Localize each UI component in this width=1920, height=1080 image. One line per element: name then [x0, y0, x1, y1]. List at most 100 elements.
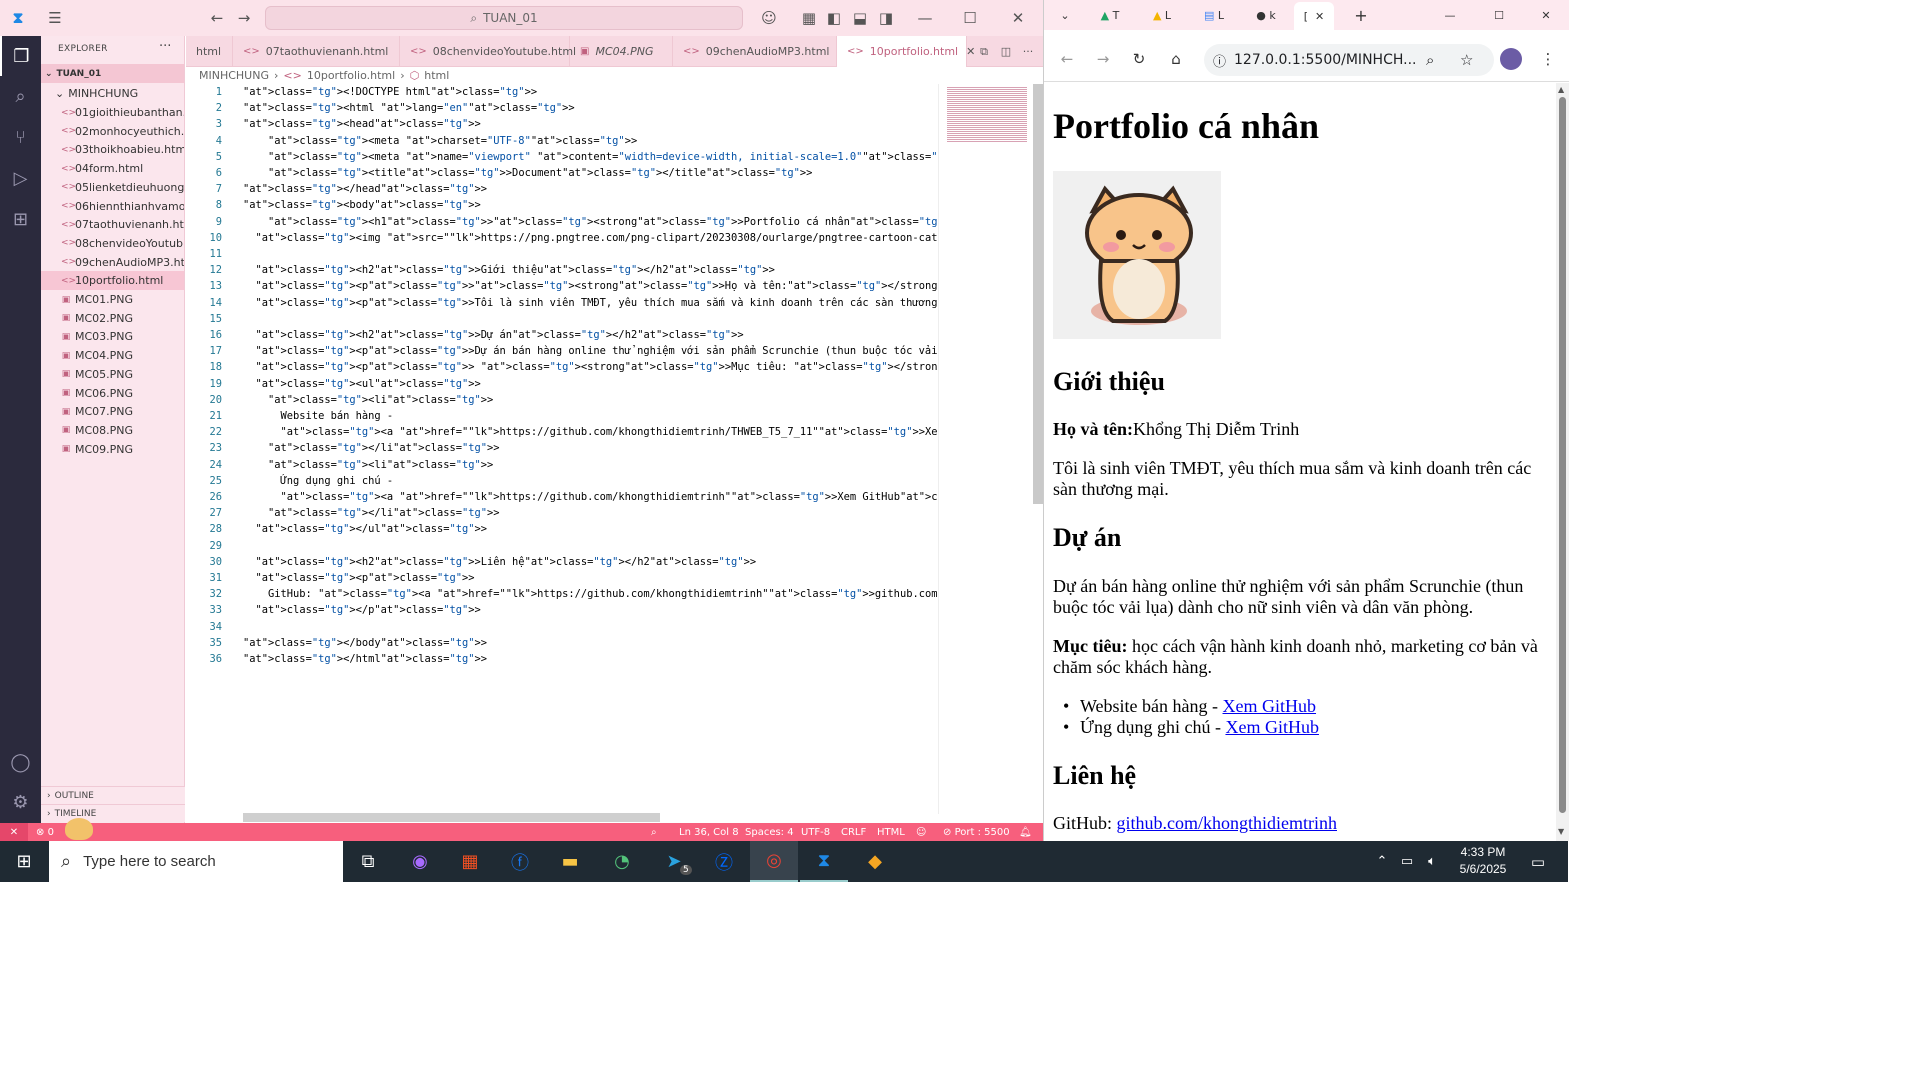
code-line[interactable]: "at">class="tg"><meta "at">name="viewpor…: [243, 151, 938, 163]
address-bar[interactable]: ⓘ 127.0.0.1:5500/MINHCH... ⌕ ☆: [1204, 44, 1494, 76]
file-item[interactable]: ▣ MC06.PNG: [41, 384, 184, 403]
file-item[interactable]: ▣ MC02.PNG: [41, 309, 184, 328]
tab-08chenvideo[interactable]: <> 08chenvideoYoutube.html: [400, 36, 576, 67]
git-icon[interactable]: ◆: [851, 841, 899, 882]
encoding[interactable]: UTF-8: [801, 823, 830, 841]
errors-indicator[interactable]: ⊗ 0: [36, 823, 54, 841]
zoom-icon[interactable]: ⌕: [1426, 51, 1434, 69]
breadcrumb-item[interactable]: 10portfolio.html: [307, 69, 395, 82]
file-item[interactable]: <> 09chenAudioMP3.ht...: [41, 253, 184, 272]
file-item[interactable]: <> 08chenvideoYoutub...: [41, 234, 184, 253]
code-line[interactable]: "at">class="tg"><head"at">class="tg">>: [243, 118, 481, 130]
more-actions-icon[interactable]: ···: [159, 39, 171, 54]
code-line[interactable]: Ứng dụng ghi chú -: [243, 475, 394, 487]
close-icon[interactable]: ✕: [1534, 4, 1558, 26]
file-explorer-icon[interactable]: ▬: [546, 841, 594, 882]
profile-avatar[interactable]: [1500, 48, 1522, 70]
toggle-panel-icon[interactable]: ⬓: [848, 0, 872, 36]
contact-link[interactable]: github.com/khongthidiemtrinh: [1117, 813, 1337, 833]
notifications-icon[interactable]: 🔔︎: [1019, 823, 1032, 841]
minimize-icon[interactable]: —: [1438, 4, 1462, 26]
code-line[interactable]: Website bán hàng -: [243, 410, 394, 422]
file-item[interactable]: ▣ MC08.PNG: [41, 421, 184, 440]
source-control-icon[interactable]: ⑂: [0, 117, 41, 157]
menu-kebab-icon[interactable]: ⋮: [1540, 48, 1556, 70]
back-arrow-icon[interactable]: ←: [205, 0, 229, 36]
close-tab-icon[interactable]: ✕: [1315, 10, 1324, 23]
run-debug-icon[interactable]: ▷: [0, 158, 41, 198]
new-tab-icon[interactable]: +: [1350, 4, 1372, 26]
code-line[interactable]: "at">class="tg"><li"at">class="tg">>: [243, 459, 493, 471]
vscode-icon[interactable]: ⧗: [800, 841, 848, 882]
code-line[interactable]: "at">class="tg"><ul"at">class="tg">>: [243, 378, 481, 390]
forward-arrow-icon[interactable]: →: [232, 0, 256, 36]
file-item[interactable]: <>07taothuvienanh.html: [41, 215, 184, 234]
code-line[interactable]: "at">class="tg"><li"at">class="tg">>: [243, 394, 493, 406]
folder-minhchung[interactable]: ⌄ MINHCHUNG: [41, 84, 184, 103]
timeline-section[interactable]: › TIMELINE: [41, 804, 185, 822]
code-line[interactable]: "at">class="tg"></p"at">class="tg">>: [243, 604, 481, 616]
toggle-sidebar-icon[interactable]: ◧: [822, 0, 846, 36]
code-line[interactable]: "at">class="tg"><h2"at">class="tg">>Giới…: [243, 264, 775, 276]
volume-icon[interactable]: 🔈︎: [1420, 841, 1444, 882]
file-item[interactable]: <>05lienketdieuhuong....: [41, 178, 184, 197]
search-icon[interactable]: ⌕: [0, 76, 41, 116]
code-line[interactable]: "at">class="tg"><meta "at">charset="UTF-…: [243, 135, 637, 147]
tab-mc04[interactable]: ▣ MC04.PNG: [570, 36, 673, 67]
code-line[interactable]: "at">class="tg"><p"at">class="tg">>Dự án…: [243, 345, 938, 357]
split-editor-icon[interactable]: ◫: [994, 36, 1018, 67]
browser-tab-3[interactable]: ▤ L: [1194, 4, 1234, 26]
code-line[interactable]: "at">class="tg"><!DOCTYPE html"at">class…: [243, 86, 537, 98]
forward-arrow-icon[interactable]: →: [1092, 48, 1114, 70]
code-line[interactable]: "at">class="tg"><p"at">class="tg">>: [243, 572, 475, 584]
file-item[interactable]: ▣ MC01.PNG: [41, 290, 184, 309]
close-icon[interactable]: ✕: [1003, 0, 1033, 36]
chrome-icon[interactable]: ◎: [750, 841, 798, 882]
browser-tab-2[interactable]: ▲ L: [1142, 4, 1182, 26]
scroll-thumb[interactable]: [1559, 97, 1566, 813]
bookmark-star-icon[interactable]: ☆: [1460, 51, 1473, 69]
show-hidden-icons[interactable]: ⌃: [1370, 841, 1394, 882]
remote-icon[interactable]: ✕: [0, 823, 28, 841]
toggle-secondary-sidebar-icon[interactable]: ◨: [874, 0, 898, 36]
file-item[interactable]: <>01gioithieubanthan....: [41, 103, 184, 122]
code-line[interactable]: "at">class="tg"><p"at">class="tg">> "at"…: [243, 361, 938, 373]
line-ending[interactable]: CRLF: [841, 823, 866, 841]
vertical-scrollbar[interactable]: [1033, 84, 1043, 504]
zoom-icon[interactable]: ⌕: [651, 823, 657, 841]
code-line[interactable]: "at">class="tg"></li"at">class="tg">>: [243, 442, 500, 454]
scroll-down-icon[interactable]: ▼: [1558, 827, 1564, 836]
telegram-icon[interactable]: ➤ 5: [650, 841, 698, 882]
code-line[interactable]: "at">class="tg"><h2"at">class="tg">>Dự á…: [243, 329, 744, 341]
explorer-icon[interactable]: ❐: [0, 36, 41, 76]
code-line[interactable]: "at">class="tg"><html "at">lang="en""at"…: [243, 102, 575, 114]
messenger-icon[interactable]: ◉: [396, 841, 444, 882]
github-link-2[interactable]: Xem GitHub: [1225, 717, 1319, 737]
site-info-icon[interactable]: ⓘ: [1213, 51, 1226, 70]
breadcrumb-item[interactable]: html: [424, 69, 449, 82]
minimize-icon[interactable]: —: [910, 0, 940, 36]
tab-10portfolio[interactable]: <> 10portfolio.html ✕: [837, 36, 975, 67]
clock[interactable]: 4:33 PM 5/6/2025: [1448, 844, 1518, 878]
code-line[interactable]: "at">class="tg"></html"at">class="tg">>: [243, 653, 487, 665]
code-line[interactable]: "at">class="tg"><h2"at">class="tg">>Liên…: [243, 556, 757, 568]
code-line[interactable]: "at">class="tg"><a "at">href=""lk">https…: [243, 491, 938, 503]
code-line[interactable]: "at">class="tg"></ul"at">class="tg">>: [243, 523, 488, 535]
code-line[interactable]: "at">class="tg"><a "at">href=""lk">https…: [243, 426, 938, 438]
account-icon[interactable]: ◯: [0, 742, 41, 782]
file-item[interactable]: ▣ MC09.PNG: [41, 440, 184, 459]
maximize-icon[interactable]: ☐: [1487, 4, 1511, 26]
battery-icon[interactable]: ▭: [1395, 841, 1419, 882]
menu-icon[interactable]: ☰: [40, 0, 70, 36]
code-line[interactable]: "at">class="tg"><title"at">class="tg">>D…: [243, 167, 812, 179]
facebook-icon[interactable]: ⓕ: [496, 841, 544, 882]
tab-search-icon[interactable]: ⌄: [1054, 4, 1076, 26]
extensions-icon[interactable]: ⊞: [0, 199, 41, 239]
taskbar-search-box[interactable]: ⌕ Type here to search: [49, 841, 343, 882]
workspace-root[interactable]: ⌄ TUAN_01: [41, 64, 184, 83]
file-item[interactable]: ▣ MC03.PNG: [41, 327, 184, 346]
notifications-icon[interactable]: ▭: [1518, 841, 1558, 882]
code-line[interactable]: "at">class="tg"><p"at">class="tg">>"at">…: [243, 280, 938, 292]
file-item[interactable]: ▣ MC07.PNG: [41, 402, 184, 421]
code-line[interactable]: GitHub: "at">class="tg"><a "at">href=""l…: [243, 588, 938, 600]
